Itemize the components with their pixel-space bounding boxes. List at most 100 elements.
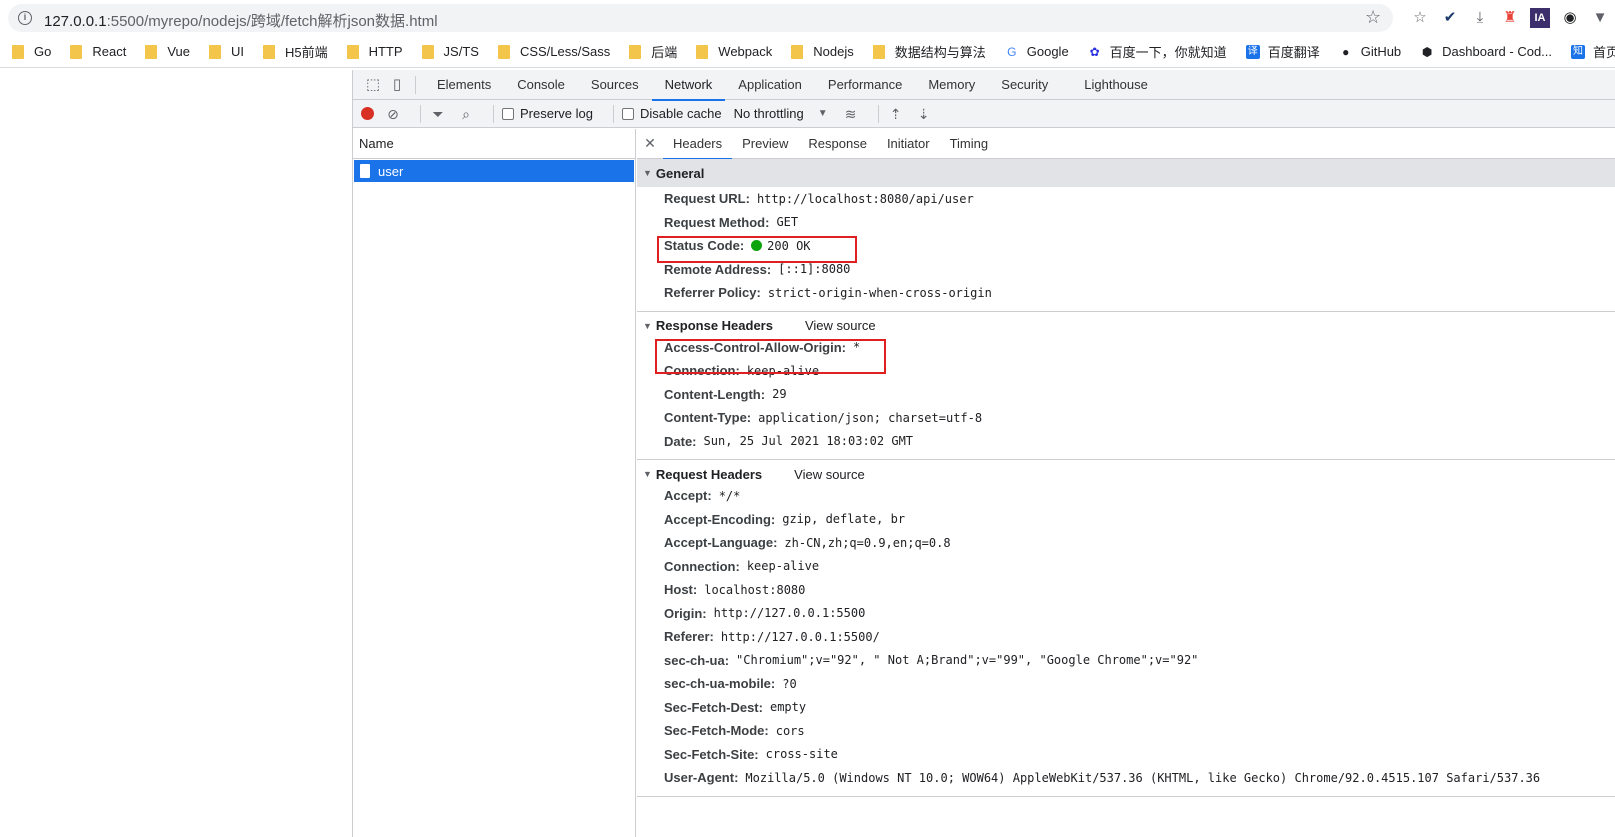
header-key: Connection:: [664, 558, 740, 574]
folder-icon: [208, 44, 221, 59]
bookmark-item[interactable]: ● GitHub: [1339, 44, 1401, 59]
tab-elements[interactable]: Elements: [424, 70, 504, 100]
detail-tab-headers[interactable]: Headers: [663, 129, 733, 160]
bookmark-item[interactable]: Webpack: [696, 44, 772, 59]
header-value: http://127.0.0.1:5500: [713, 606, 866, 621]
baidu-icon: ✿: [1089, 44, 1100, 59]
tab-sources[interactable]: Sources: [578, 70, 652, 100]
header-value: gzip, deflate, br: [782, 512, 906, 527]
detail-tab-preview[interactable]: Preview: [732, 129, 798, 159]
header-row: Sec-Fetch-Site: cross-site: [637, 743, 1615, 767]
bookmark-label: Vue: [167, 44, 190, 59]
general-header[interactable]: ▼ General: [637, 159, 1615, 187]
detail-tab-initiator[interactable]: Initiator: [877, 129, 940, 159]
download-icon[interactable]: ⤓: [1470, 8, 1490, 28]
header-key: sec-ch-ua:: [664, 652, 730, 668]
detail-tab-timing[interactable]: Timing: [940, 129, 999, 159]
extension-check-icon[interactable]: ✔: [1440, 8, 1460, 28]
bookmark-item[interactable]: 后端: [629, 42, 677, 61]
bookmark-label: Webpack: [718, 44, 773, 59]
chevron-down-icon[interactable]: ▼: [818, 108, 828, 119]
extension-ia-icon[interactable]: IA: [1530, 8, 1550, 28]
folder-icon: [421, 44, 434, 59]
bookmark-item[interactable]: Nodejs: [791, 44, 854, 59]
header-key: Referrer Policy:: [664, 285, 761, 301]
close-icon[interactable]: ✕: [637, 135, 663, 152]
reading-list-icon[interactable]: ☆: [1410, 8, 1430, 28]
codepen-icon: ⬢: [1421, 44, 1433, 59]
document-icon: [360, 164, 370, 178]
header-row: Request URL: http://localhost:8080/api/us…: [637, 187, 1615, 211]
tab-lighthouse[interactable]: Lighthouse: [1071, 70, 1161, 100]
bookmark-item[interactable]: ✿ 百度一下，你就知道: [1088, 42, 1227, 61]
clear-icon[interactable]: ⊘: [384, 105, 402, 123]
bookmark-item[interactable]: 知首页 - 知乎: [1571, 42, 1615, 61]
folder-icon: [145, 44, 158, 59]
inspect-element-icon[interactable]: ⬚: [363, 75, 383, 95]
header-key: Origin:: [664, 605, 707, 621]
tab-application[interactable]: Application: [725, 70, 815, 100]
folder-icon: [70, 44, 83, 59]
bookmark-label: 数据结构与算法: [894, 45, 986, 60]
header-row: sec-ch-ua: "Chromium";v="92", " Not A;Bra…: [637, 649, 1615, 673]
bookmark-item[interactable]: CSS/Less/Sass: [497, 44, 610, 59]
extension-red-icon[interactable]: ♜: [1500, 8, 1520, 28]
header-row: Sec-Fetch-Dest: empty: [637, 696, 1615, 720]
bookmark-item[interactable]: H5前端: [262, 42, 328, 61]
cors-header-highlight-box: [655, 339, 886, 374]
header-value: */*: [718, 488, 741, 503]
record-icon[interactable]: [361, 107, 374, 120]
throttling-select[interactable]: No throttling: [734, 106, 804, 121]
checkbox-box[interactable]: [621, 107, 634, 120]
filter-icon[interactable]: ⏷: [429, 105, 447, 123]
bookmark-item[interactable]: HTTP: [346, 44, 403, 59]
extension-dark-icon[interactable]: ◉: [1560, 8, 1580, 28]
tab-network[interactable]: Network: [651, 70, 726, 101]
import-har-icon[interactable]: ⇡: [887, 105, 905, 123]
request-row-user[interactable]: user: [354, 160, 634, 182]
tab-performance[interactable]: Performance: [815, 70, 915, 100]
request-headers-header[interactable]: ▼ Request Headers View source: [637, 464, 1615, 484]
header-row: Host: localhost:8080: [637, 578, 1615, 602]
view-source-link[interactable]: View source: [794, 467, 865, 482]
bookmark-item[interactable]: 译百度翻译: [1245, 42, 1320, 61]
export-har-icon[interactable]: ⇣: [915, 105, 933, 123]
bookmark-item[interactable]: 数据结构与算法: [872, 42, 986, 61]
detail-tab-list: Headers Preview Response Initiator Timing: [663, 129, 999, 160]
section-title: General: [655, 165, 705, 181]
google-icon: G: [1007, 44, 1017, 59]
search-icon[interactable]: ⌕: [457, 105, 475, 123]
checkbox-box[interactable]: [502, 107, 514, 120]
bookmark-label: GitHub: [1360, 44, 1402, 59]
header-row: Date: Sun, 25 Jul 2021 18:03:02 GMT: [637, 430, 1615, 454]
response-headers-header[interactable]: ▼ Response Headers View source: [637, 316, 1615, 336]
disable-cache-label: Disable cache: [639, 106, 722, 121]
name-column-header[interactable]: Name: [353, 129, 635, 159]
bookmark-item[interactable]: UI: [208, 44, 244, 59]
bookmark-star-icon[interactable]: ☆: [1365, 7, 1381, 28]
bookmark-item[interactable]: ⬢ Dashboard - Cod...: [1420, 44, 1552, 59]
bookmark-item[interactable]: G Google: [1005, 44, 1069, 59]
tab-memory[interactable]: Memory: [915, 70, 988, 100]
header-row: Connection: keep-alive: [637, 555, 1615, 579]
preserve-log-checkbox[interactable]: Preserve log: [502, 106, 593, 121]
bookmark-item[interactable]: JS/TS: [421, 44, 479, 59]
site-info-icon[interactable]: i: [18, 11, 32, 25]
view-source-link[interactable]: View source: [805, 318, 876, 333]
bookmark-item[interactable]: Vue: [145, 44, 190, 59]
url-text[interactable]: 127.0.0.1:5500/myrepo/nodejs/跨域/fetch解析j…: [44, 10, 438, 31]
header-key: Accept-Encoding:: [664, 511, 776, 527]
device-toolbar-icon[interactable]: ▯: [387, 75, 407, 95]
bookmark-item[interactable]: Go: [12, 44, 51, 59]
detail-tab-response[interactable]: Response: [798, 129, 877, 159]
tab-console[interactable]: Console: [504, 70, 578, 100]
network-conditions-icon[interactable]: ≋: [842, 105, 860, 123]
folder-icon: [696, 44, 709, 59]
tab-security[interactable]: Security: [988, 70, 1061, 100]
disable-cache-checkbox[interactable]: Disable cache: [621, 106, 722, 121]
divider: [420, 104, 421, 123]
extension-menu-icon[interactable]: ▼: [1590, 8, 1610, 28]
bookmark-item[interactable]: React: [70, 44, 126, 59]
header-row: Accept-Language: zh-CN,zh;q=0.9,en;q=0.8: [637, 531, 1615, 555]
bookmark-label: HTTP: [368, 44, 403, 59]
